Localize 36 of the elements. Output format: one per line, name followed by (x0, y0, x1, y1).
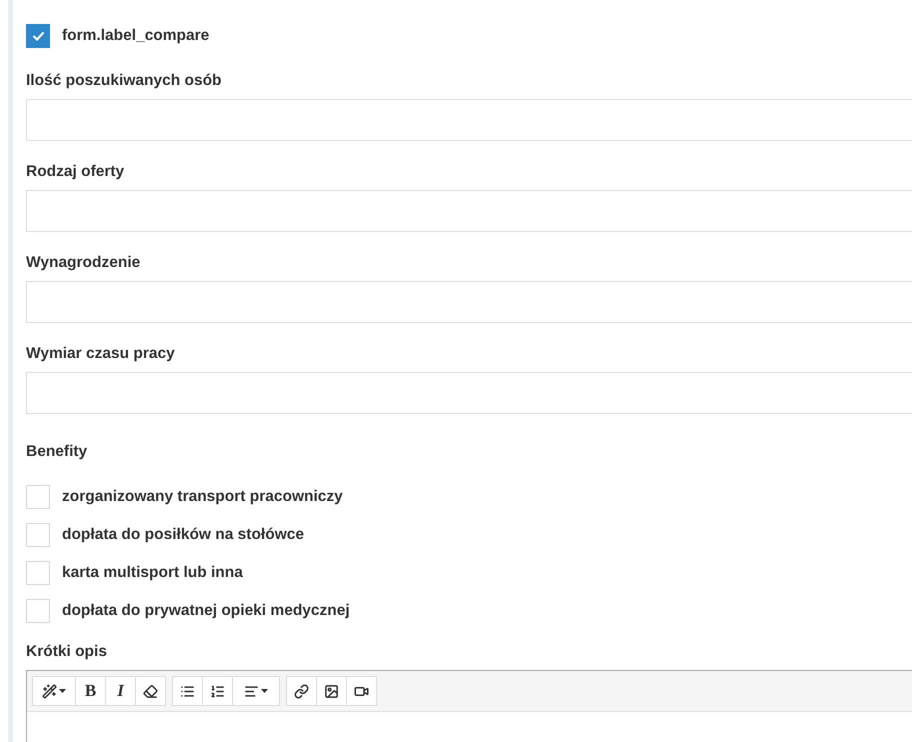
field-label: Rodzaj oferty (26, 163, 126, 181)
clear-format-button[interactable] (135, 676, 166, 706)
align-button[interactable] (232, 676, 280, 706)
checkbox-label: zorganizowany transport pracowniczy (62, 488, 343, 506)
input-field[interactable] (26, 281, 912, 323)
link-button[interactable] (286, 676, 317, 706)
field-label: Ilość poszukiwanych osób (26, 72, 223, 90)
bullet-list-icon (180, 684, 195, 698)
eraser-icon (143, 684, 158, 698)
image-button[interactable] (316, 676, 347, 706)
bold-button[interactable]: B (75, 676, 106, 706)
numbered-list-button[interactable] (202, 676, 233, 706)
video-button[interactable] (346, 676, 377, 706)
field-label: Krótki opis (26, 643, 108, 661)
checkbox-label: dopłata do posiłków na stołówce (62, 526, 304, 544)
style-button[interactable] (32, 676, 76, 706)
input-field[interactable] (26, 190, 912, 232)
italic-button[interactable]: I (105, 676, 136, 706)
magic-wand-icon (42, 684, 57, 698)
link-icon (294, 684, 309, 698)
image-icon (324, 684, 339, 698)
checkmark-icon (32, 31, 44, 41)
field-label: Wymiar czasu pracy (26, 345, 176, 363)
checkbox-label: karta multisport lub inna (62, 564, 243, 582)
input-field[interactable] (26, 372, 912, 414)
caret-icon (59, 689, 66, 693)
numbered-list-icon (210, 684, 225, 698)
section-label: Benefity (26, 443, 88, 461)
checkbox-label: form.label_compare (62, 27, 210, 45)
bullet-list-button[interactable] (172, 676, 203, 706)
input-field[interactable] (26, 99, 912, 141)
checkbox[interactable] (26, 24, 50, 48)
field-label: Wynagrodzenie (26, 254, 142, 272)
align-left-icon (244, 684, 259, 698)
caret-icon (261, 689, 268, 693)
checkbox-label: dopłata do prywatnej opieki medycznej (62, 602, 350, 620)
